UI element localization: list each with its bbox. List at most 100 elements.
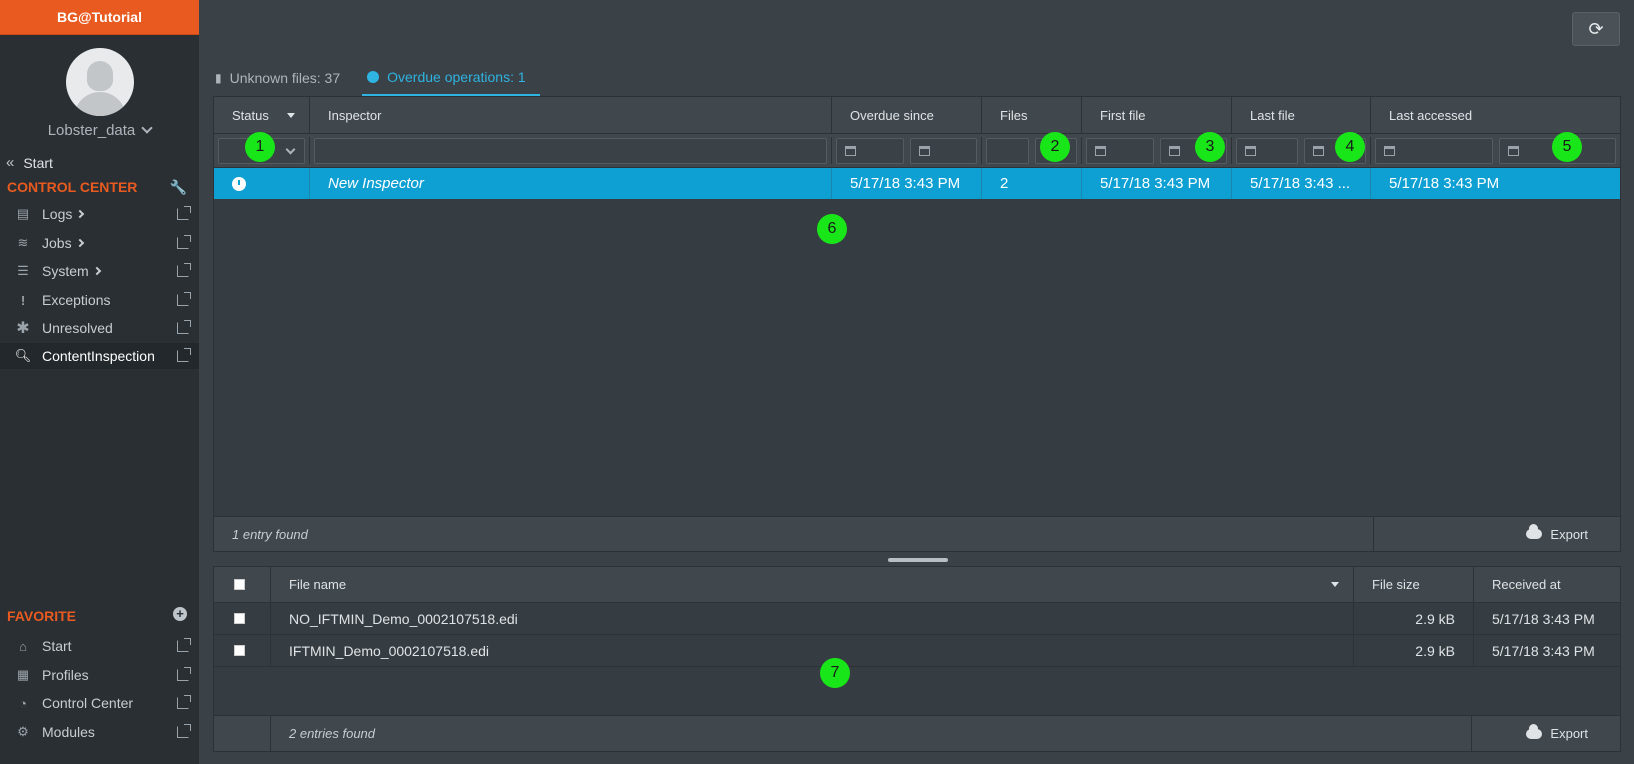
overdue-since-from-input[interactable] <box>836 137 904 164</box>
files-min-input[interactable] <box>986 137 1029 164</box>
column-label: Files <box>1000 107 1028 123</box>
received-at-cell: 5/17/18 3:43 PM <box>1492 610 1595 627</box>
nav-item-contentinspection[interactable]: 🔍︎ ContentInspection <box>0 343 199 369</box>
table-row[interactable]: New Inspector 5/17/18 3:43 PM 2 5/17/18 … <box>214 168 1620 199</box>
row-checkbox[interactable] <box>234 613 245 624</box>
column-header-received-at[interactable]: Received at <box>1474 567 1620 602</box>
add-favorite-icon[interactable]: + <box>173 607 187 621</box>
tab-overdue-operations[interactable]: Overdue operations: 1 <box>362 60 540 96</box>
row-checkbox[interactable] <box>234 645 245 656</box>
nav-item-exceptions[interactable]: ! Exceptions <box>0 287 199 313</box>
sort-desc-icon <box>287 112 295 118</box>
magnifier-icon: 🔍︎ <box>14 348 32 363</box>
last-accessed-cell: 5/17/18 3:43 PM <box>1389 175 1500 192</box>
favorite-item-start[interactable]: ⌂ Start <box>0 633 199 659</box>
user-menu[interactable]: Lobster_data <box>0 122 199 139</box>
column-header-file-size[interactable]: File size <box>1354 567 1474 602</box>
column-header-overdue-since[interactable]: Overdue since <box>832 97 982 133</box>
overdue-since-filter-cell <box>832 137 982 164</box>
external-link-icon[interactable] <box>177 292 191 306</box>
nav-item-system[interactable]: ☰ System <box>0 258 199 284</box>
refresh-button[interactable]: ⟳ <box>1572 12 1620 46</box>
wrench-icon[interactable]: 🔧 <box>170 179 187 196</box>
external-link-icon[interactable] <box>177 320 191 334</box>
first-file-from-input[interactable] <box>1086 137 1154 164</box>
nav-item-label: Jobs <box>42 235 72 251</box>
table-row[interactable]: NO_IFTMIN_Demo_0002107518.edi 2.9 kB 5/1… <box>214 603 1620 635</box>
external-link-icon[interactable] <box>177 638 191 652</box>
nav-item-logs[interactable]: ▤ Logs <box>0 201 199 227</box>
select-all-checkbox[interactable] <box>234 579 245 590</box>
first-file-cell: 5/17/18 3:43 PM <box>1082 168 1232 199</box>
status-cell <box>214 168 310 199</box>
column-label: File name <box>289 577 347 592</box>
export-button[interactable]: Export <box>1374 517 1620 551</box>
chip-icon: ▦ <box>16 667 30 682</box>
nav-start-label: Start <box>23 154 53 171</box>
file-size-cell: 2.9 kB <box>1354 635 1474 666</box>
external-link-icon[interactable] <box>177 235 191 249</box>
annotation-marker: 2 <box>1040 132 1070 162</box>
files-table: File name File size Received at NO_IFTMI… <box>213 566 1621 752</box>
server-icon: ☰ <box>17 263 29 278</box>
chevron-right-icon <box>75 238 84 248</box>
calendar-icon <box>1245 145 1256 156</box>
nav-start[interactable]: « Start <box>6 154 53 171</box>
column-header-inspector[interactable]: Inspector <box>310 97 832 133</box>
file-icon: ▮ <box>215 71 222 85</box>
favorite-item-control-center[interactable]: ◔ Control Center <box>0 690 199 716</box>
column-header-last-file[interactable]: Last file <box>1232 97 1371 133</box>
annotation-marker: 4 <box>1335 132 1365 162</box>
table-row[interactable]: IFTMIN_Demo_0002107518.edi 2.9 kB 5/17/1… <box>214 635 1620 667</box>
user-avatar[interactable] <box>65 48 134 116</box>
annotation-marker: 1 <box>245 132 275 162</box>
chevron-down-icon <box>285 144 296 154</box>
nav-item-unresolved[interactable]: ✱ Unresolved <box>0 315 199 341</box>
annotation-marker: 6 <box>817 214 847 244</box>
row-select-cell <box>214 635 271 666</box>
column-header-files[interactable]: Files <box>982 97 1082 133</box>
column-label: First file <box>1100 107 1146 123</box>
cloud-download-icon <box>1526 723 1543 739</box>
resize-handle[interactable] <box>888 558 948 562</box>
calendar-icon <box>1384 145 1395 156</box>
external-link-icon[interactable] <box>177 206 191 220</box>
favorite-label: Start <box>42 638 72 654</box>
nav-item-jobs[interactable]: ≋ Jobs <box>0 230 199 256</box>
column-header-first-file[interactable]: First file <box>1082 97 1232 133</box>
brand-title: BG@Tutorial <box>0 0 199 35</box>
favorite-item-modules[interactable]: ⚙ Modules <box>0 719 199 745</box>
column-label: Status <box>232 107 269 123</box>
annotation-marker: 7 <box>820 658 850 688</box>
gears-icon: ⚙ <box>17 724 29 739</box>
column-header-last-accessed[interactable]: Last accessed <box>1371 97 1620 133</box>
inspector-filter-cell <box>310 137 832 164</box>
nav-item-label: Unresolved <box>42 320 113 336</box>
last-accessed-from-input[interactable] <box>1375 137 1493 164</box>
calendar-icon <box>1095 145 1106 156</box>
export-button[interactable]: Export <box>1472 716 1620 751</box>
overdue-since-to-input[interactable] <box>909 137 977 164</box>
inspector-filter-input[interactable] <box>314 137 827 164</box>
overdue-operations-table: Status Inspector Overdue since Files Fir… <box>213 96 1621 552</box>
last-file-from-input[interactable] <box>1236 137 1298 164</box>
column-header-file-name[interactable]: File name <box>271 567 1354 602</box>
export-label: Export <box>1550 526 1588 542</box>
column-label: Inspector <box>328 107 382 123</box>
column-label: Overdue since <box>850 107 934 123</box>
favorite-label: Modules <box>42 724 95 740</box>
external-link-icon[interactable] <box>177 348 191 362</box>
username-label: Lobster_data <box>47 122 136 139</box>
external-link-icon[interactable] <box>177 263 191 277</box>
favorite-item-profiles[interactable]: ▦ Profiles <box>0 662 199 688</box>
favorite-label: Profiles <box>42 667 89 683</box>
annotation-marker: 5 <box>1552 132 1582 162</box>
external-link-icon[interactable] <box>177 667 191 681</box>
external-link-icon[interactable] <box>177 724 191 738</box>
file-name-cell: IFTMIN_Demo_0002107518.edi <box>271 635 1354 666</box>
nav-item-label: System <box>42 263 89 279</box>
external-link-icon[interactable] <box>177 695 191 709</box>
tab-unknown-files[interactable]: ▮ Unknown files: 37 <box>213 60 354 96</box>
nav-item-label: Logs <box>42 206 73 222</box>
column-header-status[interactable]: Status <box>214 97 310 133</box>
